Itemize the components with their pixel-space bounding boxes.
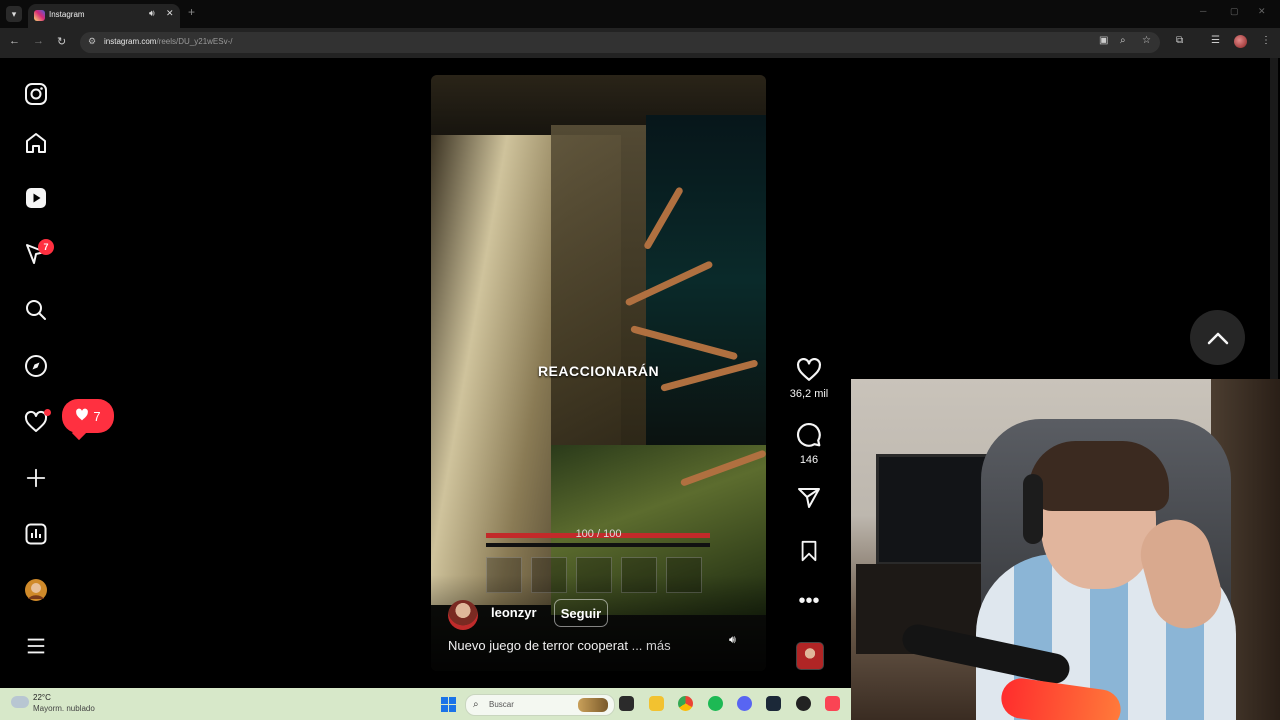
- like-action[interactable]: 36,2 mil: [789, 357, 829, 400]
- browser-tab[interactable]: Instagram 🔊︎ ✕: [28, 4, 180, 28]
- reel-description[interactable]: Nuevo juego de terror cooperat ... más: [448, 638, 671, 653]
- webcam-overlay: [851, 379, 1280, 720]
- url-host: instagram.com: [104, 37, 157, 46]
- cast-icon[interactable]: ▣: [1099, 35, 1108, 46]
- browser-toolbar: ← → ↻ ⚙ instagram.com/reels/DU_y21wESv-/…: [0, 28, 1280, 58]
- webcam-headset: [1023, 474, 1043, 544]
- instagram-logo-icon[interactable]: [22, 80, 50, 108]
- bookmark-icon: [801, 540, 817, 562]
- likes-notification-popup[interactable]: 7: [62, 399, 114, 433]
- more-options-icon[interactable]: •••: [789, 588, 829, 614]
- comment-action[interactable]: 146: [789, 422, 829, 466]
- weather-description[interactable]: Mayorm. nublado: [33, 704, 95, 713]
- author-username[interactable]: leonzyr: [491, 605, 537, 620]
- comment-icon: [797, 423, 821, 447]
- search-icon: ⌕: [473, 699, 479, 710]
- windows-taskbar: 22°C Mayorm. nublado ⌕ Buscar: [0, 688, 851, 720]
- tab-close-icon[interactable]: ✕: [166, 8, 174, 19]
- messages-badge: 7: [38, 239, 54, 255]
- chrome-icon[interactable]: [678, 696, 693, 711]
- reading-list-icon[interactable]: ☰: [1211, 35, 1220, 46]
- reel-video[interactable]: REACCIONARÁN 100 / 100 leonzyr Seguir Nu…: [431, 75, 766, 671]
- likes-popup-count: 7: [93, 408, 101, 424]
- instagram-favicon-icon: [34, 10, 45, 21]
- taskbar-search[interactable]: ⌕ Buscar: [465, 694, 615, 716]
- obs-icon[interactable]: [796, 696, 811, 711]
- weather-temperature[interactable]: 22°C: [33, 693, 51, 702]
- comments-count: 146: [799, 454, 819, 466]
- windows-start-icon[interactable]: [441, 697, 456, 712]
- back-icon[interactable]: ←: [9, 35, 20, 47]
- steam-icon[interactable]: [766, 696, 781, 711]
- follow-button[interactable]: Seguir: [554, 599, 608, 627]
- share-icon: [798, 488, 820, 508]
- stamina-bar: [486, 543, 710, 547]
- browser-tab-strip: ▾ Instagram 🔊︎ ✕ + ─ ▢ ✕: [0, 0, 1280, 28]
- discord-icon[interactable]: [737, 696, 752, 711]
- spotify-icon[interactable]: [708, 696, 723, 711]
- window-close-icon[interactable]: ✕: [1258, 6, 1266, 17]
- taskbar-search-placeholder: Buscar: [489, 700, 514, 709]
- explore-icon[interactable]: [22, 352, 50, 380]
- scroll-up-button[interactable]: [1190, 310, 1245, 365]
- search-icon[interactable]: [22, 296, 50, 324]
- create-plus-icon[interactable]: [22, 464, 50, 492]
- search-highlight-image: [578, 698, 608, 712]
- share-action[interactable]: [789, 486, 829, 515]
- valorant-icon[interactable]: [825, 696, 840, 711]
- weather-cloud-icon[interactable]: [11, 696, 29, 708]
- more-link[interactable]: ... más: [632, 638, 671, 653]
- profile-avatar[interactable]: [22, 576, 50, 604]
- forward-icon[interactable]: →: [33, 35, 44, 47]
- file-explorer-icon[interactable]: [649, 696, 664, 711]
- extensions-icon[interactable]: ⧉: [1176, 35, 1183, 46]
- zoom-icon[interactable]: ⌕: [1120, 35, 1126, 46]
- restore-icon[interactable]: ▢: [1230, 6, 1239, 17]
- like-heart-icon: [797, 357, 821, 381]
- reel-audio-thumbnail[interactable]: [796, 642, 824, 670]
- menu-icon[interactable]: ⋮: [1261, 35, 1271, 46]
- chevron-up-icon: [1207, 332, 1228, 344]
- description-text: Nuevo juego de terror cooperat: [448, 638, 628, 653]
- volume-icon[interactable]: 🔊︎: [729, 634, 736, 647]
- dashboard-icon[interactable]: [22, 520, 50, 548]
- profile-icon[interactable]: [1234, 35, 1247, 48]
- address-bar[interactable]: ⚙ instagram.com/reels/DU_y21wESv-/: [80, 32, 1160, 53]
- reels-icon[interactable]: [22, 184, 50, 212]
- site-info-icon[interactable]: ⚙: [88, 36, 96, 47]
- new-tab-button[interactable]: +: [188, 5, 195, 19]
- tab-search-menu-icon[interactable]: ▾: [6, 6, 22, 22]
- save-action[interactable]: [789, 539, 829, 568]
- heart-icon: [75, 408, 89, 424]
- webcam-hair: [1029, 441, 1169, 511]
- video-scene-dark: [646, 115, 766, 445]
- health-text: 100 / 100: [575, 528, 622, 540]
- bookmark-star-icon[interactable]: ☆: [1142, 35, 1151, 46]
- notification-dot: [44, 409, 51, 416]
- reel-overlay-text: REACCIONARÁN: [537, 363, 660, 379]
- tab-speaker-icon[interactable]: 🔊︎: [149, 8, 155, 19]
- author-avatar[interactable]: [448, 600, 478, 630]
- url-path: /reels/DU_y21wESv-/: [156, 37, 233, 46]
- task-view-icon[interactable]: [619, 696, 634, 711]
- reload-icon[interactable]: ↻: [57, 35, 66, 48]
- more-menu-icon[interactable]: [22, 632, 50, 660]
- url-text[interactable]: instagram.com/reels/DU_y21wESv-/: [104, 37, 233, 46]
- minimize-icon[interactable]: ─: [1200, 6, 1206, 16]
- tab-title: Instagram: [49, 10, 85, 19]
- home-icon[interactable]: [22, 129, 50, 157]
- likes-count: 36,2 mil: [789, 388, 829, 400]
